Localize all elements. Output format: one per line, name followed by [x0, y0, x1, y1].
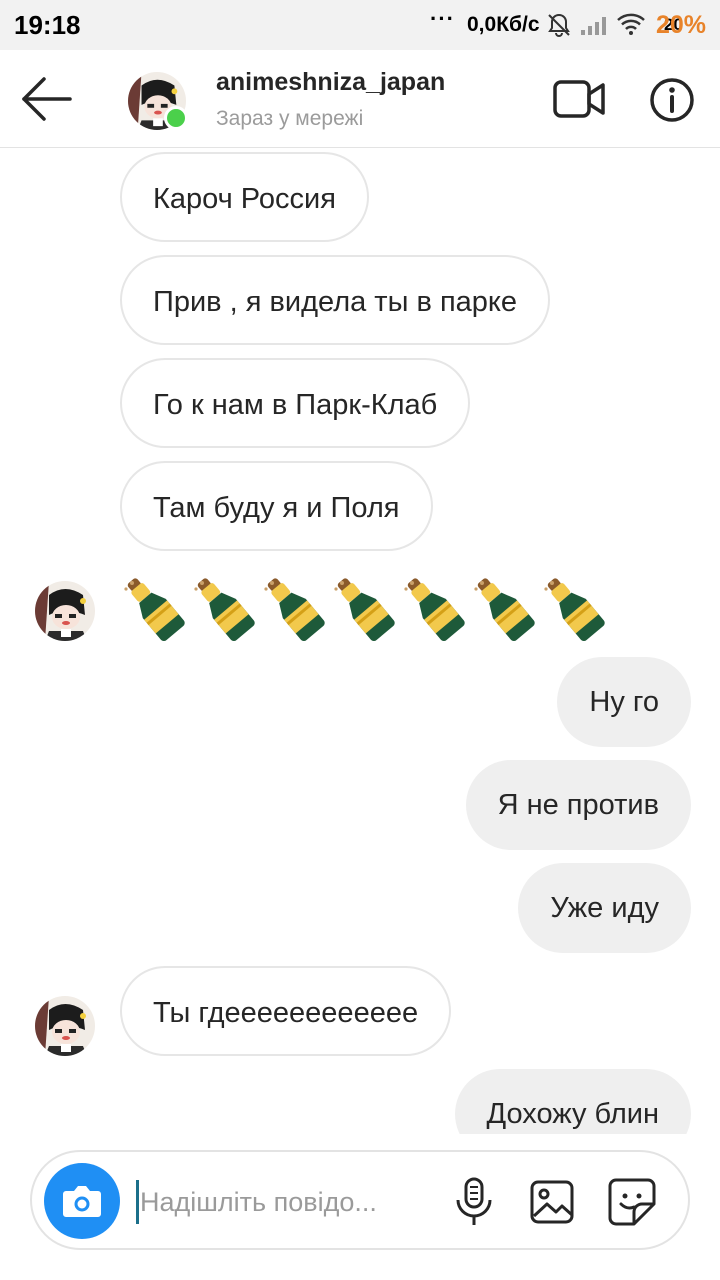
- video-call-button[interactable]: [552, 76, 606, 122]
- message-incoming[interactable]: Го к нам в Парк-Клаб: [120, 358, 471, 448]
- avatar-image: [35, 996, 95, 1056]
- gallery-button[interactable]: [528, 1178, 576, 1226]
- emoji-message[interactable]: [118, 571, 608, 643]
- champagne-bottle-emoji: [474, 578, 535, 642]
- status-time: 19:18: [14, 10, 81, 40]
- message-incoming[interactable]: Прив , я видела ты в парке: [120, 255, 551, 345]
- camera-button[interactable]: [44, 1163, 120, 1239]
- message-incoming[interactable]: Кароч Россия: [120, 152, 369, 242]
- notification-dots: ···: [430, 6, 455, 31]
- message-outgoing[interactable]: Уже иду: [518, 863, 691, 953]
- message-input[interactable]: [138, 1174, 438, 1230]
- champagne-bottle-emoji: [334, 578, 395, 642]
- champagne-bottle-emoji: [194, 578, 255, 642]
- microphone-icon: [456, 1177, 492, 1225]
- online-status-dot: [164, 106, 188, 130]
- bottom-spacer: [0, 1262, 720, 1280]
- mute-bell-icon: [548, 13, 570, 37]
- battery-level: 20%: [656, 11, 707, 39]
- sticker-icon: [608, 1178, 656, 1226]
- message-composer: [30, 1150, 690, 1250]
- message-incoming[interactable]: Ты гдееееееееееее: [120, 966, 452, 1056]
- network-speed: 0,0Кб/с: [467, 13, 540, 36]
- info-button[interactable]: [648, 76, 696, 124]
- chat-header: animeshniza_japan Зараз у мережі: [0, 50, 720, 148]
- status-bar: 19:18 ··· 0,0Кб/с 20 20%: [0, 0, 720, 50]
- arrow-left-icon: [22, 77, 72, 121]
- message-incoming[interactable]: Там буду я и Поля: [120, 461, 433, 551]
- contact-name[interactable]: animeshniza_japan: [216, 68, 445, 97]
- sender-avatar[interactable]: [35, 581, 95, 641]
- image-icon: [530, 1180, 574, 1224]
- message-outgoing[interactable]: Дохожу блин: [454, 1069, 691, 1134]
- sender-avatar[interactable]: [35, 996, 95, 1056]
- signal-icon: [581, 17, 606, 35]
- message-list[interactable]: Кароч Россия Прив , я видела ты в парке …: [0, 149, 720, 1134]
- avatar-image: [35, 581, 95, 641]
- contact-status: Зараз у мережі: [216, 107, 364, 130]
- champagne-bottle-emoji: [404, 578, 465, 642]
- message-outgoing[interactable]: Я не против: [465, 760, 691, 850]
- voice-message-button[interactable]: [452, 1176, 496, 1228]
- battery-indicator: 20 20%: [652, 7, 708, 43]
- champagne-bottle-emoji: [264, 578, 325, 642]
- back-button[interactable]: [18, 74, 76, 124]
- video-camera-icon: [553, 80, 605, 118]
- info-icon: [650, 78, 694, 122]
- champagne-bottle-emoji: [124, 578, 185, 642]
- sticker-button[interactable]: [606, 1176, 658, 1228]
- wifi-icon: [617, 13, 645, 35]
- message-outgoing[interactable]: Ну го: [557, 657, 691, 747]
- champagne-bottle-emoji: [544, 578, 605, 642]
- camera-icon: [63, 1186, 101, 1217]
